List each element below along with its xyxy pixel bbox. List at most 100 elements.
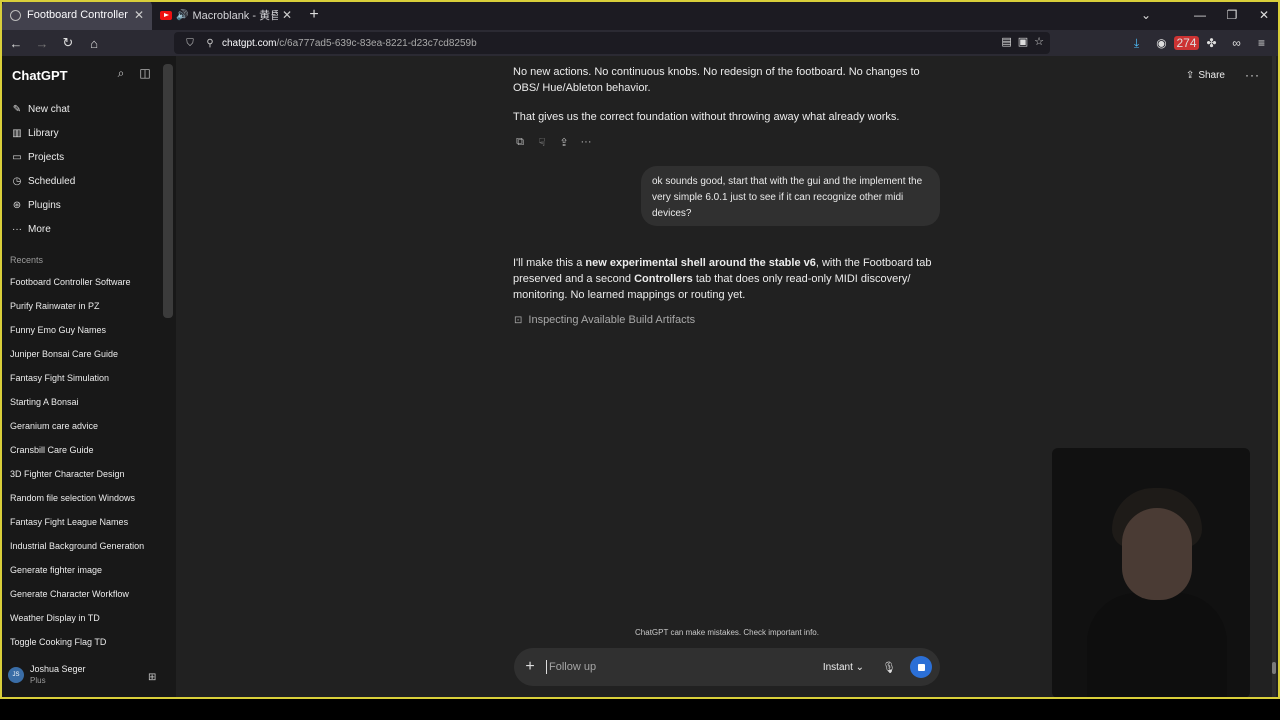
account-icon[interactable]: ◉ bbox=[1149, 36, 1174, 50]
recent-chat-item[interactable]: Generate Character Workflow bbox=[10, 589, 160, 599]
user-profile[interactable]: JS Joshua Seger Plus bbox=[8, 664, 86, 685]
recent-chat-item[interactable]: Toggle Cooking Flag TD bbox=[10, 637, 160, 647]
bookmark-star-icon[interactable]: ☆ bbox=[1034, 35, 1044, 48]
edit-icon: ✎ bbox=[12, 103, 22, 115]
url-path: /c/6a777ad5-639c-83ea-8221-d23c7cd8259b bbox=[276, 37, 477, 49]
extensions-icon[interactable]: ✤ bbox=[1199, 36, 1224, 50]
main-scrollbar[interactable] bbox=[1272, 56, 1276, 698]
forward-icon[interactable]: → bbox=[30, 31, 54, 55]
clock-icon: ◷ bbox=[12, 175, 22, 187]
webcam-person-body bbox=[1087, 593, 1227, 698]
reload-icon[interactable]: ↻ bbox=[56, 31, 80, 55]
recent-chat-item[interactable]: Purify Rainwater in PZ bbox=[10, 301, 160, 311]
tab-title: Macroblank - 黄昏時 COLL bbox=[192, 10, 278, 22]
site-settings-icon[interactable]: ⚲ bbox=[202, 35, 218, 51]
brand-logo[interactable]: ChatGPT bbox=[12, 68, 68, 83]
recent-chat-item[interactable]: Starting A Bonsai bbox=[10, 397, 160, 407]
terminal-icon: ⊡ bbox=[514, 314, 523, 326]
conversation-options-icon[interactable]: ··· bbox=[1245, 68, 1260, 82]
model-mode-label: Instant bbox=[822, 661, 853, 673]
share-icon[interactable]: ⇪ bbox=[558, 136, 570, 149]
recent-chat-item[interactable]: Fantasy Fight League Names bbox=[10, 517, 160, 527]
picture-in-picture-icon[interactable]: ▣ bbox=[1018, 35, 1028, 48]
sidebar-scrollbar[interactable] bbox=[163, 64, 173, 318]
reply-bold-text: new experimental shell around the stable… bbox=[585, 257, 816, 269]
tab-macroblank[interactable]: 🔊 Macroblank - 黄昏時 COLL ✕ bbox=[152, 0, 300, 30]
add-attachment-icon[interactable]: + bbox=[514, 658, 546, 676]
reply-bold-text: Controllers bbox=[634, 273, 693, 285]
model-mode-selector[interactable]: Instant ⌄ bbox=[823, 662, 864, 673]
tool-status[interactable]: ⊡ Inspecting Available Build Artifacts bbox=[514, 314, 695, 326]
recents-heading: Recents bbox=[10, 255, 44, 265]
user-name: Joshua Seger bbox=[30, 664, 86, 674]
list-tabs-icon[interactable]: ⌄ bbox=[1134, 0, 1158, 30]
more-options-icon[interactable]: ··· bbox=[580, 136, 592, 149]
recent-chat-item[interactable]: Funny Emo Guy Names bbox=[10, 325, 160, 335]
library-icon: ▥ bbox=[12, 127, 22, 139]
stop-generating-button[interactable] bbox=[910, 656, 932, 678]
chatgpt-favicon-icon bbox=[10, 9, 21, 21]
menu-icon[interactable]: ≡ bbox=[1249, 36, 1274, 50]
sidebar-item-scheduled[interactable]: ◷ Scheduled bbox=[10, 171, 76, 191]
gift-icon[interactable]: ⊞ bbox=[148, 672, 156, 683]
download-icon[interactable]: ⤓ bbox=[1124, 36, 1149, 51]
tab-footboard[interactable]: Footboard Controller Software ✕ bbox=[2, 0, 152, 30]
follow-up-input[interactable]: Follow up bbox=[546, 660, 823, 674]
feedback-icon[interactable]: ☟ bbox=[536, 136, 548, 149]
sidebar-item-projects[interactable]: ▭ Projects bbox=[10, 147, 64, 167]
chevron-down-icon: ⌄ bbox=[855, 661, 865, 673]
share-button[interactable]: ⇪ Share bbox=[1186, 70, 1225, 81]
copy-icon[interactable]: ⧉ bbox=[514, 136, 526, 149]
plugin-icon: ⊛ bbox=[12, 199, 22, 211]
assistant-reply: I'll make this a new experimental shell … bbox=[513, 255, 941, 303]
recent-chat-item[interactable]: Fantasy Fight Simulation bbox=[10, 373, 160, 383]
url-bar[interactable]: ⛉ ⚲ chatgpt.com/c/6a777ad5-639c-83ea-822… bbox=[174, 32, 1050, 54]
extension-count: 274 bbox=[1174, 36, 1199, 50]
new-tab-button[interactable]: + bbox=[300, 0, 328, 30]
avatar: JS bbox=[8, 666, 24, 683]
close-tab-icon[interactable]: ✕ bbox=[134, 8, 144, 22]
share-icon: ⇪ bbox=[1185, 69, 1195, 81]
sidebar-item-label: Scheduled bbox=[28, 175, 76, 187]
speaker-icon[interactable]: 🔊 bbox=[176, 10, 188, 21]
sidebar-item-label: Library bbox=[28, 127, 59, 139]
message-composer: + Follow up Instant ⌄ 🎙 bbox=[514, 648, 940, 686]
tab-strip: Footboard Controller Software ✕ 🔊 Macrob… bbox=[0, 0, 1280, 30]
minimize-icon[interactable]: — bbox=[1184, 0, 1216, 30]
microphone-icon[interactable]: 🎙 bbox=[882, 661, 896, 674]
assistant-paragraph: That gives us the correct foundation wit… bbox=[513, 111, 900, 123]
recent-chat-item[interactable]: Generate fighter image bbox=[10, 565, 160, 575]
vpn-icon[interactable]: ∞ bbox=[1224, 36, 1249, 50]
recent-chat-item[interactable]: 3D Fighter Character Design bbox=[10, 469, 160, 479]
extension-badge-icon[interactable]: 274 bbox=[1174, 36, 1199, 50]
folder-icon: ▭ bbox=[12, 151, 22, 163]
user-plan: Plus bbox=[30, 676, 46, 685]
close-tab-icon[interactable]: ✕ bbox=[282, 8, 292, 22]
recent-chat-item[interactable]: Juniper Bonsai Care Guide bbox=[10, 349, 160, 359]
screen-bottom-edge bbox=[0, 698, 1280, 720]
more-icon: ··· bbox=[12, 223, 22, 235]
sidebar-item-label: Projects bbox=[28, 151, 65, 163]
recent-chat-item[interactable]: Footboard Controller Software bbox=[10, 277, 160, 287]
sidebar-item-new-chat[interactable]: ✎ New chat bbox=[10, 99, 70, 119]
back-icon[interactable]: ← bbox=[4, 31, 28, 55]
search-icon[interactable]: ⌕ bbox=[114, 66, 128, 81]
reader-view-icon[interactable]: ▤ bbox=[1001, 35, 1011, 48]
sidebar-item-library[interactable]: ▥ Library bbox=[10, 123, 59, 143]
shield-icon[interactable]: ⛉ bbox=[182, 35, 198, 51]
recent-chat-item[interactable]: Cransbill Care Guide bbox=[10, 445, 160, 455]
share-label: Share bbox=[1198, 69, 1225, 81]
restore-icon[interactable]: ❐ bbox=[1216, 0, 1248, 30]
sidebar: ChatGPT ⌕ ◫ ✎ New chat ▥ Library ▭ Proje… bbox=[0, 56, 176, 698]
webcam-person-face bbox=[1122, 508, 1192, 600]
sidebar-toggle-icon[interactable]: ◫ bbox=[138, 66, 152, 81]
sidebar-item-more[interactable]: ··· More bbox=[10, 219, 51, 239]
close-window-icon[interactable]: ✕ bbox=[1248, 0, 1280, 30]
recent-chat-item[interactable]: Random file selection Windows bbox=[10, 493, 160, 503]
home-icon[interactable]: ⌂ bbox=[82, 31, 106, 55]
recent-chat-item[interactable]: Weather Display in TD bbox=[10, 613, 160, 623]
navigation-toolbar: ← → ↻ ⌂ ⛉ ⚲ chatgpt.com/c/6a777ad5-639c-… bbox=[0, 30, 1280, 56]
sidebar-item-plugins[interactable]: ⊛ Plugins bbox=[10, 195, 61, 215]
recent-chat-item[interactable]: Industrial Background Generation bbox=[10, 541, 160, 551]
recent-chat-item[interactable]: Geranium care advice bbox=[10, 421, 160, 431]
